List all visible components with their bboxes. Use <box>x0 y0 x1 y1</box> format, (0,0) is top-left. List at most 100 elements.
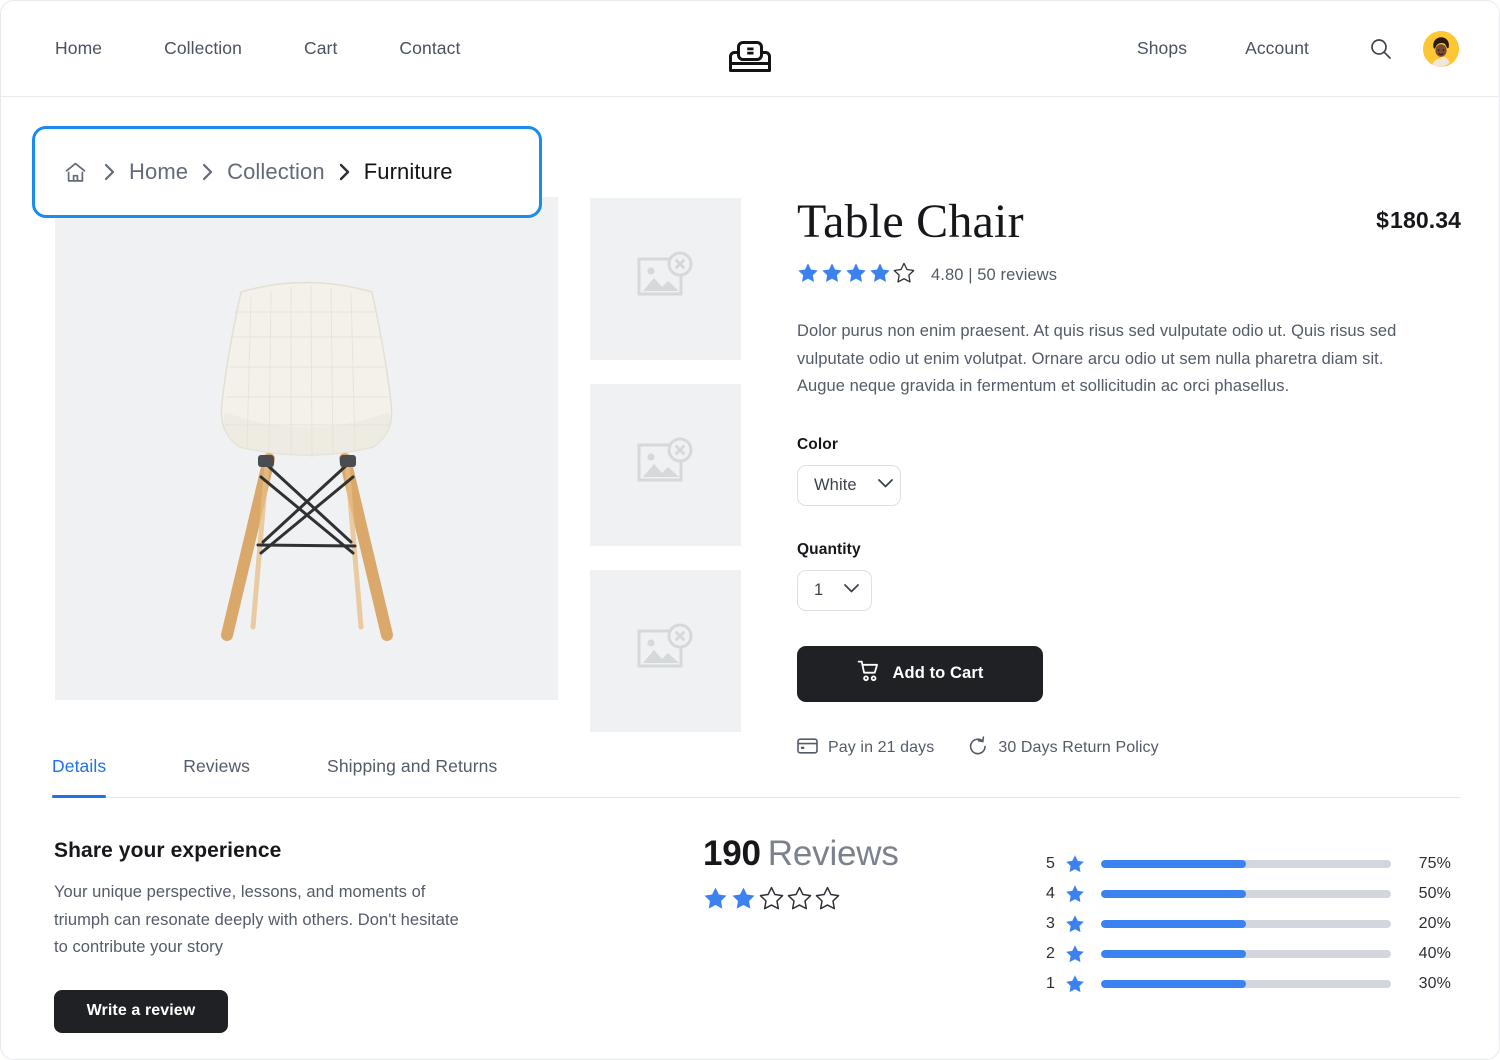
color-label: Color <box>797 435 838 453</box>
perk-return-policy-label: 30 Days Return Policy <box>998 739 1159 757</box>
rating-bar-percent: 30% <box>1418 975 1451 992</box>
broken-image-icon <box>637 437 695 494</box>
search-icon[interactable] <box>1367 36 1393 62</box>
write-a-review-button[interactable]: Write a review <box>54 989 228 1033</box>
thumbnail-list <box>590 198 741 732</box>
rating-bar-label: 2 <box>1046 945 1055 962</box>
broken-image-icon <box>637 623 695 680</box>
site-header: Home Collection Cart Contact Shops Accou… <box>1 1 1499 97</box>
rating-bar-row[interactable]: 5 75% <box>1039 849 1451 879</box>
rating-summary-text: 4.80 | 50 reviews <box>931 266 1058 285</box>
rating-bar-label: 5 <box>1046 855 1055 872</box>
color-selected-value: White <box>814 475 857 494</box>
currency-symbol: $ <box>1376 207 1390 233</box>
star-filled-icon <box>1065 854 1085 874</box>
product-tabs: Details Reviews Shipping and Returns <box>52 756 1461 798</box>
star-filled-icon <box>1065 944 1085 964</box>
nav-item-account[interactable]: Account <box>1245 32 1309 65</box>
star-filled-icon <box>731 886 756 916</box>
rating-bar-track <box>1101 950 1391 958</box>
star-filled-icon <box>845 262 867 289</box>
tab-shipping-and-returns[interactable]: Shipping and Returns <box>327 756 497 797</box>
rating-stars <box>797 262 915 289</box>
quantity-selected-value: 1 <box>814 580 824 599</box>
share-experience-panel: Share your experience Your unique perspe… <box>54 839 484 1033</box>
reviews-average-stars <box>703 886 899 916</box>
rating-bar-fill <box>1101 920 1246 928</box>
star-filled-icon <box>1065 974 1085 994</box>
rating-bar-row[interactable]: 4 50% <box>1039 879 1451 909</box>
product-description: Dolor purus non enim praesent. At quis r… <box>797 322 1397 396</box>
nav-item-home[interactable]: Home <box>55 32 102 65</box>
chevron-down-icon <box>877 476 894 494</box>
breadcrumb-item-home[interactable]: Home <box>129 159 188 185</box>
rating-bar-row[interactable]: 1 30% <box>1039 969 1451 999</box>
title-price-row: Table Chair $180.34 <box>797 195 1461 248</box>
rating-bar-track <box>1101 860 1391 868</box>
rating-bar-fill <box>1101 890 1246 898</box>
star-filled-icon <box>869 262 891 289</box>
share-experience-heading: Share your experience <box>54 839 282 862</box>
thumbnail-1[interactable] <box>590 198 741 360</box>
chevron-right-icon <box>338 163 351 181</box>
price-value: 180.34 <box>1390 207 1461 233</box>
rating-bar-track <box>1101 920 1391 928</box>
page-title: Table Chair <box>797 195 1024 248</box>
rating-bar-percent: 75% <box>1418 855 1451 872</box>
chevron-right-icon <box>103 163 116 181</box>
sofa-logo-icon[interactable] <box>724 37 776 79</box>
rating-bar-label: 4 <box>1046 885 1055 902</box>
rating-bar-track <box>1101 890 1391 898</box>
star-outline-icon <box>815 886 840 916</box>
product-main-image[interactable] <box>55 197 558 700</box>
star-filled-icon <box>797 262 819 289</box>
primary-navigation: Home Collection Cart Contact <box>55 32 460 65</box>
nav-item-shops[interactable]: Shops <box>1137 32 1187 65</box>
secondary-navigation: Shops Account <box>1137 30 1459 67</box>
thumbnail-3[interactable] <box>590 570 741 732</box>
share-experience-body: Your unique perspective, lessons, and mo… <box>54 883 459 957</box>
rating-bar-percent: 40% <box>1418 945 1451 962</box>
star-outline-icon <box>893 262 915 289</box>
rating-bar-fill <box>1101 950 1246 958</box>
breadcrumb-item-furniture: Furniture <box>363 159 453 184</box>
product-rating: 4.80 | 50 reviews <box>797 262 1461 289</box>
color-select[interactable]: White <box>797 464 901 506</box>
quantity-label: Quantity <box>797 540 861 558</box>
thumbnail-2[interactable] <box>590 384 741 546</box>
rating-bar-fill <box>1101 860 1246 868</box>
add-to-cart-button[interactable]: Add to Cart <box>797 645 1043 702</box>
perk-pay-later-label: Pay in 21 days <box>828 739 935 757</box>
reviews-count-value: 190 <box>703 834 761 873</box>
home-icon[interactable] <box>63 160 88 185</box>
nav-item-contact[interactable]: Contact <box>399 32 460 65</box>
rating-bar-label: 1 <box>1046 975 1055 992</box>
rating-bar-row[interactable]: 2 40% <box>1039 939 1451 969</box>
reviews-count-word: Reviews <box>767 834 899 873</box>
rating-bar-fill <box>1101 980 1246 988</box>
avatar[interactable] <box>1423 30 1459 67</box>
star-outline-icon <box>759 886 784 916</box>
quantity-select[interactable]: 1 <box>797 569 872 611</box>
rating-bar-row[interactable]: 3 20% <box>1039 909 1451 939</box>
nav-item-cart[interactable]: Cart <box>304 32 337 65</box>
reviews-count-line: 190 Reviews <box>703 834 899 874</box>
rating-bar-track <box>1101 980 1391 988</box>
star-filled-icon <box>1065 884 1085 904</box>
shopping-cart-icon <box>857 660 880 687</box>
chevron-right-icon <box>201 163 214 181</box>
rating-bar-percent: 20% <box>1418 915 1451 932</box>
add-to-cart-label: Add to Cart <box>892 664 984 683</box>
rating-bar-percent: 50% <box>1418 885 1451 902</box>
nav-item-collection[interactable]: Collection <box>164 32 242 65</box>
reviews-summary: 190 Reviews <box>703 834 899 916</box>
star-filled-icon <box>1065 914 1085 934</box>
breadcrumb-item-collection[interactable]: Collection <box>227 159 325 185</box>
breadcrumb[interactable]: Home Collection Furniture <box>32 126 542 218</box>
star-filled-icon <box>821 262 843 289</box>
tab-reviews[interactable]: Reviews <box>183 756 250 797</box>
tab-details[interactable]: Details <box>52 756 107 798</box>
product-info: Table Chair $180.34 4.80 | 50 reviews Do… <box>797 195 1461 761</box>
rating-bar-label: 3 <box>1046 915 1055 932</box>
chevron-down-icon <box>843 581 860 599</box>
